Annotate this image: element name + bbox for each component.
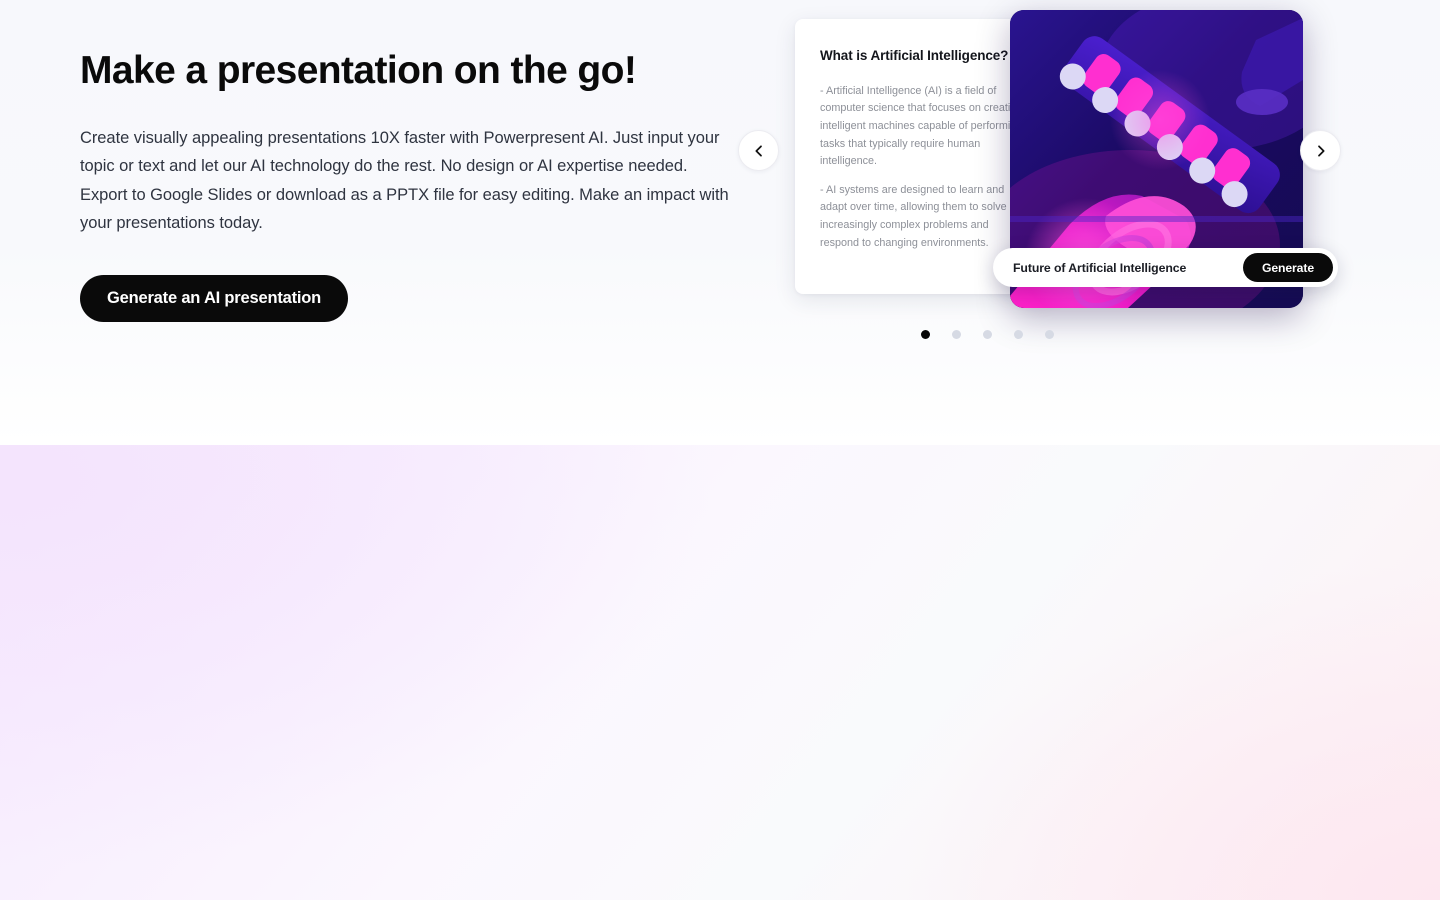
chevron-left-icon xyxy=(754,144,762,157)
slide-heading: What is Artificial Intelligence? xyxy=(820,48,1009,63)
slide-body: - Artificial Intelligence (AI) is a fiel… xyxy=(820,83,1030,252)
carousel-dot-4[interactable] xyxy=(1014,330,1023,339)
slide-paragraph-2: - AI systems are designed to learn and a… xyxy=(820,183,1007,249)
chevron-right-icon xyxy=(1317,144,1325,157)
carousel-dot-3[interactable] xyxy=(983,330,992,339)
hero-carousel: What is Artificial Intelligence? - Artif… xyxy=(735,0,1440,400)
hero-copy-block: Make a presentation on the go! Create vi… xyxy=(80,48,740,322)
prompt-generate-button[interactable]: Generate xyxy=(1242,253,1333,282)
art-styles-section: Select art styles to enhance your presen… xyxy=(0,445,1440,900)
prompt-input[interactable]: Future of Artificial Intelligence xyxy=(1013,261,1186,275)
carousel-prev-button[interactable] xyxy=(738,130,779,171)
hero-section: Make a presentation on the go! Create vi… xyxy=(0,0,1440,445)
slide-paragraph-1: - Artificial Intelligence (AI) is a fiel… xyxy=(820,84,1023,168)
prompt-bar[interactable]: Future of Artificial Intelligence Genera… xyxy=(993,248,1338,287)
hero-description: Create visually appealing presentations … xyxy=(80,129,729,233)
generate-ai-presentation-button[interactable]: Generate an AI presentation xyxy=(80,274,349,322)
carousel-dot-2[interactable] xyxy=(952,330,961,339)
carousel-dot-5[interactable] xyxy=(1045,330,1054,339)
carousel-slide: What is Artificial Intelligence? - Artif… xyxy=(765,10,1365,308)
page-title: Make a presentation on the go! xyxy=(80,49,637,92)
carousel-dot-1[interactable] xyxy=(921,330,930,339)
carousel-next-button[interactable] xyxy=(1300,130,1341,171)
carousel-pagination xyxy=(735,330,1240,339)
